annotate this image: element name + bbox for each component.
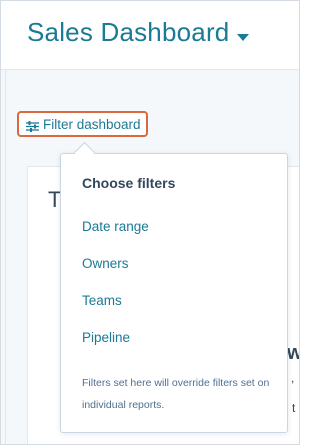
chevron-down-icon[interactable]: [237, 34, 249, 41]
filter-option-teams[interactable]: Teams: [82, 293, 122, 308]
popover-title: Choose filters: [82, 175, 176, 191]
report-card-text-fragment: w: [287, 342, 299, 365]
filter-help-text: Filters set here will override filters s…: [82, 377, 270, 411]
divider: [5, 70, 6, 444]
filter-option-pipeline[interactable]: Pipeline: [82, 330, 130, 345]
filter-dashboard-label: Filter dashboard: [43, 116, 141, 132]
dashboard-header: Sales Dashboard: [1, 1, 299, 70]
filter-option-owners[interactable]: Owners: [82, 256, 129, 271]
choose-filters-popover: Choose filters Date range Owners Teams P…: [60, 153, 288, 433]
sliders-icon: [26, 119, 39, 132]
filter-dashboard-button[interactable]: Filter dashboard: [17, 111, 148, 137]
dashboard-title[interactable]: Sales Dashboard: [27, 17, 229, 48]
report-card-text-fragment: t: [292, 401, 296, 415]
report-card-text-fragment: ,: [291, 371, 295, 385]
app-frame: Sales Dashboard Filter dashboard T w , t…: [0, 0, 300, 445]
filter-option-date-range[interactable]: Date range: [82, 219, 149, 234]
